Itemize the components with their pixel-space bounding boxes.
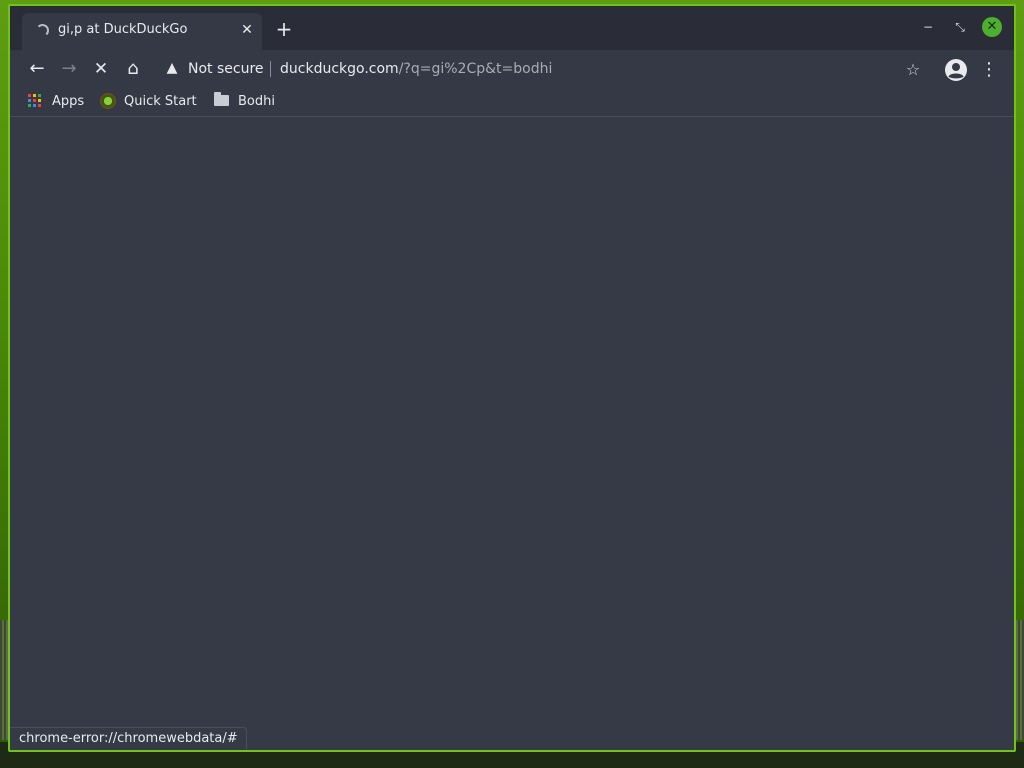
profile-avatar-icon[interactable] [944,58,968,82]
page-content[interactable]: chrome-error://chromewebdata/# [10,117,1014,750]
bookmarks-bar: Apps Quick Start Bodhi [10,88,1014,117]
url-host: duckduckgo.com [280,61,399,77]
bookmark-star-icon[interactable]: ☆ [904,61,922,79]
url-path: /?q=gi%2Cp&t=bodhi [398,61,553,77]
bookmark-folder-bodhi[interactable]: Bodhi [214,92,275,112]
bookmark-apps[interactable]: Apps [28,92,84,112]
bodhi-logo-icon [100,92,116,109]
security-status-label[interactable]: Not secure [188,61,264,77]
bookmark-quick-start[interactable]: Quick Start [100,92,197,112]
browser-menu-icon[interactable]: ⋮ [980,59,998,81]
omnibox-divider [270,61,271,77]
new-tab-button[interactable]: + [274,19,294,39]
stop-loading-button[interactable]: ✕ [88,56,114,82]
navigation-toolbar: ← → ✕ ⌂ ▲ Not secure duckduckgo.com/?q=g… [10,50,1014,88]
browser-window: gi,p at DuckDuckGo ✕ + − ⤡ ✕ ← → ✕ ⌂ ▲ N… [8,4,1016,752]
bookmark-label: Quick Start [124,94,197,109]
tab-close-icon[interactable]: ✕ [238,21,256,39]
bookmark-label: Apps [52,94,85,109]
active-tab[interactable]: gi,p at DuckDuckGo ✕ [22,13,262,50]
minimize-button[interactable]: − [918,17,938,37]
bookmark-label: Bodhi [238,94,275,109]
warning-icon[interactable]: ▲ [164,60,180,76]
tab-title: gi,p at DuckDuckGo [58,22,188,37]
window-close-button[interactable]: ✕ [982,17,1002,37]
maximize-button[interactable]: ⤡ [950,17,970,37]
back-button[interactable]: ← [24,56,50,82]
apps-grid-icon [28,93,42,108]
home-button[interactable]: ⌂ [120,56,146,82]
folder-icon [214,92,229,106]
address-bar[interactable]: ▲ Not secure duckduckgo.com/?q=gi%2Cp&t=… [158,54,938,84]
url-text[interactable]: duckduckgo.com/?q=gi%2Cp&t=bodhi [280,61,552,77]
loading-spinner-icon [36,24,49,37]
tab-strip: gi,p at DuckDuckGo ✕ + − ⤡ ✕ [10,6,1014,50]
status-bubble: chrome-error://chromewebdata/# [10,727,247,750]
forward-button[interactable]: → [56,56,82,82]
